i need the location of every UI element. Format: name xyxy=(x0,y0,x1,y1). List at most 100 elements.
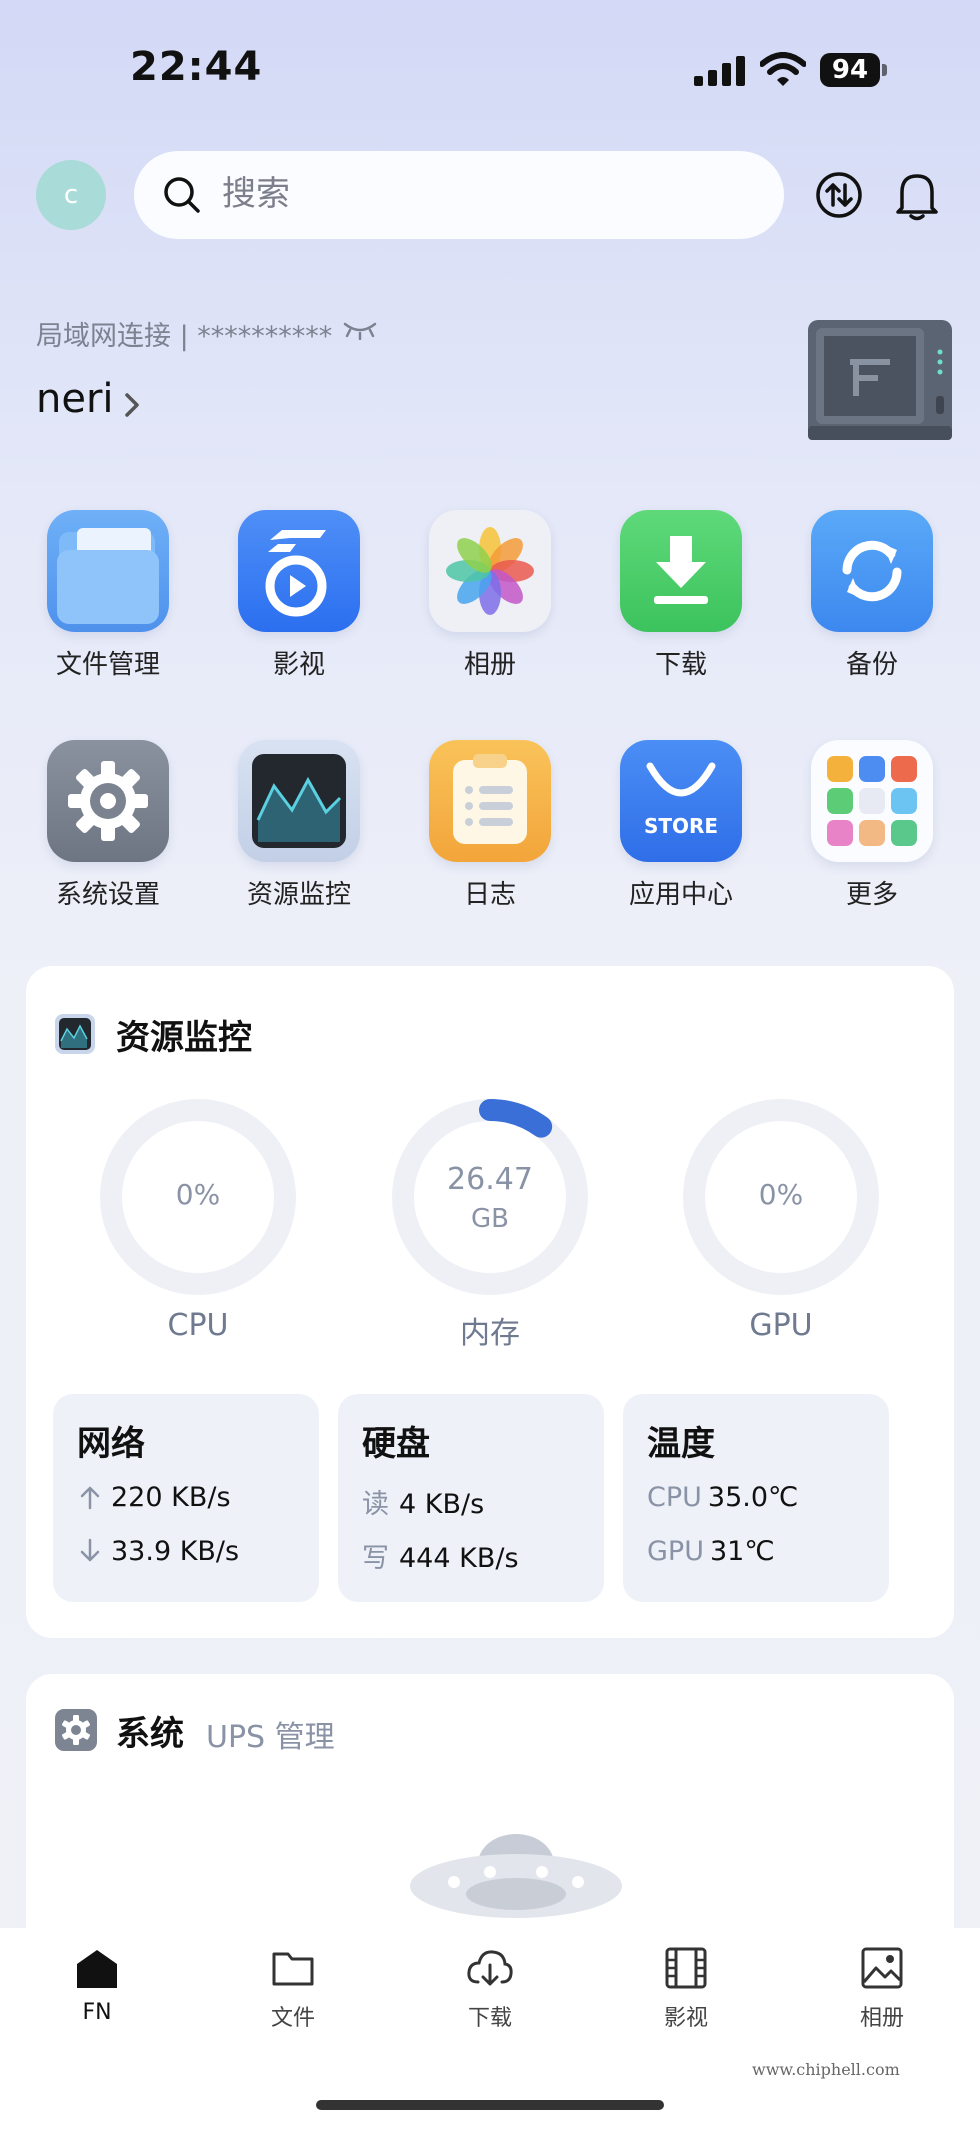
nas-device-image xyxy=(808,320,952,440)
watermark-text: www.chiphell.com xyxy=(752,2060,900,2079)
app-log[interactable]: 日志 xyxy=(415,740,565,911)
app-label: 相册 xyxy=(463,650,516,680)
app-label: 资源监控 xyxy=(246,880,351,910)
search-placeholder: 搜索 xyxy=(222,174,290,214)
battery-tip xyxy=(882,64,887,76)
home-indicator[interactable] xyxy=(316,2100,664,2110)
app-photos[interactable]: 相册 xyxy=(415,510,565,681)
memory-value: 26.47 xyxy=(447,1162,533,1197)
tab-label: 文件 xyxy=(270,2006,315,2031)
tab-label: FN xyxy=(82,2000,112,2025)
memory-unit: GB xyxy=(471,1204,509,1234)
app-label: 影视 xyxy=(272,650,325,680)
device-name[interactable]: neri xyxy=(36,376,114,422)
photos-icon xyxy=(429,510,551,632)
app-store[interactable]: STORE 应用中心 xyxy=(606,740,756,911)
log-icon xyxy=(429,740,551,862)
avatar[interactable]: c xyxy=(36,160,106,230)
temp-cpu-label: CPU xyxy=(647,1482,702,1513)
app-backup[interactable]: 备份 xyxy=(797,510,947,681)
home-icon xyxy=(77,1950,117,1988)
gpu-value: 0% xyxy=(758,1178,804,1211)
tab-photos[interactable]: 相册 xyxy=(822,1946,942,2032)
connection-status: 局域网连接 | ********** xyxy=(36,321,333,352)
app-label: 备份 xyxy=(845,650,898,680)
app-resource-monitor[interactable]: 资源监控 xyxy=(224,740,374,911)
memory-label: 内存 xyxy=(460,1316,520,1351)
temperature-tile[interactable]: 温度 CPU 35.0℃ GPU 31℃ xyxy=(623,1394,889,1602)
disk-read-row: 读 4 KB/s xyxy=(362,1482,484,1521)
gear-icon xyxy=(47,740,169,862)
app-file-manager[interactable]: 文件管理 xyxy=(33,510,183,681)
status-time: 22:44 xyxy=(130,44,263,90)
monitor-icon xyxy=(55,1014,95,1054)
temp-gpu-label: GPU xyxy=(647,1536,704,1567)
download-icon xyxy=(620,510,742,632)
temperature-title: 温度 xyxy=(647,1424,715,1464)
gpu-label: GPU xyxy=(749,1308,813,1343)
disk-read-value: 4 KB/s xyxy=(399,1489,485,1520)
search-bar[interactable]: 搜索 xyxy=(134,151,784,239)
battery-indicator: 94 xyxy=(820,53,880,87)
disk-title: 硬盘 xyxy=(362,1424,430,1464)
folder-outline-icon xyxy=(272,1952,314,1986)
network-up-value: 220 KB/s xyxy=(111,1482,231,1513)
arrow-up-icon xyxy=(80,1486,100,1510)
temp-cpu-row: CPU 35.0℃ xyxy=(647,1482,798,1513)
store-icon: STORE xyxy=(620,740,742,862)
disk-write-value: 444 KB/s xyxy=(399,1543,519,1574)
image-icon xyxy=(861,1947,903,1989)
app-label: 系统设置 xyxy=(55,880,160,910)
arrow-down-icon xyxy=(80,1538,100,1562)
tab-files[interactable]: 文件 xyxy=(233,1946,353,2032)
app-video[interactable]: 影视 xyxy=(224,510,374,681)
backup-icon xyxy=(811,510,933,632)
tab-video[interactable]: 影视 xyxy=(626,1946,746,2032)
app-more[interactable]: 更多 xyxy=(797,740,947,911)
app-download[interactable]: 下载 xyxy=(606,510,756,681)
tab-fn[interactable]: FN xyxy=(37,1946,157,2025)
wifi-icon xyxy=(760,52,806,86)
cpu-value: 0% xyxy=(175,1178,221,1211)
network-down-row: 33.9 KB/s xyxy=(77,1536,239,1567)
disk-tile[interactable]: 硬盘 读 4 KB/s 写 444 KB/s xyxy=(338,1394,604,1602)
app-label: 日志 xyxy=(463,880,516,910)
app-settings[interactable]: 系统设置 xyxy=(33,740,183,911)
app-label: 下载 xyxy=(654,650,707,680)
tab-label: 下载 xyxy=(467,2006,512,2031)
ups-management-link[interactable]: UPS 管理 xyxy=(206,1712,335,1756)
video-icon xyxy=(238,510,360,632)
temp-gpu-row: GPU 31℃ xyxy=(647,1536,775,1567)
network-tile[interactable]: 网络 220 KB/s 33.9 KB/s xyxy=(53,1394,319,1602)
app-label: 更多 xyxy=(845,880,898,910)
card-title: 系统 xyxy=(116,1714,184,1754)
eye-closed-icon[interactable] xyxy=(342,320,378,340)
temp-cpu-value: 35.0℃ xyxy=(707,1482,799,1513)
network-down-value: 33.9 KB/s xyxy=(111,1536,240,1567)
tab-label: 相册 xyxy=(859,2006,904,2031)
disk-read-label: 读 xyxy=(362,1489,389,1520)
tab-label: 影视 xyxy=(663,2006,708,2031)
cpu-label: CPU xyxy=(167,1308,229,1343)
transfer-icon[interactable] xyxy=(814,170,864,220)
temp-gpu-value: 31℃ xyxy=(709,1536,775,1567)
network-title: 网络 xyxy=(77,1424,145,1464)
tab-download[interactable]: 下载 xyxy=(430,1946,550,2032)
folder-icon xyxy=(47,510,169,632)
ufo-illustration xyxy=(410,1834,622,1918)
memory-gauge xyxy=(392,1099,588,1295)
store-text: STORE xyxy=(643,814,719,838)
more-icon xyxy=(811,740,933,862)
app-label: 应用中心 xyxy=(628,880,733,910)
cloud-download-icon xyxy=(467,1950,513,1986)
monitor-icon xyxy=(238,740,360,862)
card-title: 资源监控 xyxy=(116,1018,252,1058)
cellular-signal-icon xyxy=(694,56,746,86)
network-up-row: 220 KB/s xyxy=(77,1482,231,1513)
disk-write-row: 写 444 KB/s xyxy=(362,1536,519,1575)
chevron-right-icon[interactable] xyxy=(122,390,142,420)
disk-write-label: 写 xyxy=(362,1543,389,1574)
bell-icon[interactable] xyxy=(892,168,942,222)
gear-icon xyxy=(55,1709,97,1751)
app-label: 文件管理 xyxy=(55,650,160,680)
